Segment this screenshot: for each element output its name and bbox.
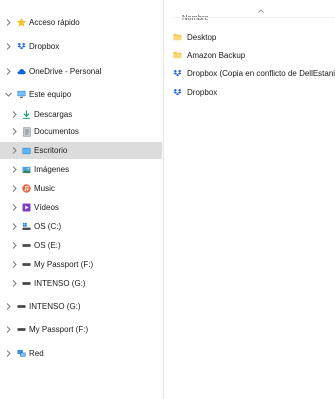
chevron-right-icon[interactable] [10,146,18,156]
nav-item-drive-e[interactable]: OS (E:) [0,237,162,254]
nav-item-label: Acceso rápido [29,18,80,27]
nav-item-label: Music [34,184,55,193]
nav-item-network[interactable]: Red [0,345,162,362]
nav-item-dropbox[interactable]: Dropbox [0,38,162,55]
nav-item-label: Documentos [34,127,79,136]
cloud-icon [17,67,26,76]
chevron-right-icon[interactable] [10,165,18,175]
nav-item-this-pc[interactable]: Este equipo [0,86,162,103]
chevron-right-icon[interactable] [10,260,18,270]
windows-drive-icon [22,222,31,231]
nav-item-label: Red [29,349,44,358]
nav-item-documents[interactable]: Documentos [0,123,162,140]
dropbox-icon [17,42,26,51]
chevron-right-icon[interactable] [10,203,18,213]
drive-icon [22,260,31,269]
folder-icon [173,33,182,42]
chevron-right-icon[interactable] [4,42,12,52]
nav-item-drive-c[interactable]: OS (C:) [0,218,162,235]
desktop-folder-icon [22,146,31,155]
file-name: Amazon Backup [187,50,246,60]
chevron-right-icon[interactable] [4,302,12,312]
chevron-right-icon[interactable] [10,222,18,232]
nav-item-drive-f[interactable]: My Passport (F:) [0,256,162,273]
nav-item-label: OS (E:) [34,241,61,250]
file-item-dropbox[interactable]: Dropbox [168,84,335,100]
videos-icon [22,203,31,212]
nav-item-label: Este equipo [29,90,72,99]
file-item-dropbox-conflict[interactable]: Dropbox (Copia en conflicto de DellEstan… [168,65,335,81]
chevron-right-icon[interactable] [4,18,12,28]
drive-icon [22,241,31,250]
chevron-right-icon[interactable] [4,349,12,359]
nav-item-onedrive[interactable]: OneDrive - Personal [0,63,162,80]
file-name: Dropbox [187,87,218,97]
file-name: Dropbox (Copia en conflicto de DellEstan… [187,68,335,78]
file-name: Desktop [187,32,217,42]
file-item-desktop[interactable]: Desktop [168,29,335,45]
chevron-right-icon[interactable] [4,67,12,77]
nav-item-label: Escritorio [34,146,68,155]
drive-icon [22,279,31,288]
computer-icon [17,90,26,99]
nav-item-label: My Passport (F:) [34,260,94,269]
network-icon [17,349,26,358]
nav-item-label: Imágenes [34,165,70,174]
nav-item-pictures[interactable]: Imágenes [0,161,162,178]
file-item-amazon-backup[interactable]: Amazon Backup [168,47,335,63]
nav-item-label: Descargas [34,110,73,119]
chevron-right-icon[interactable] [10,279,18,289]
nav-item-label: OneDrive - Personal [29,67,102,76]
sort-ascending-icon[interactable] [258,6,264,13]
chevron-right-icon[interactable] [10,241,18,251]
chevron-right-icon[interactable] [4,325,12,335]
drive-icon [17,325,26,334]
navigation-pane: Acceso rápido Dropbox OneDrive - Persona… [0,0,164,399]
chevron-right-icon[interactable] [10,127,18,137]
nav-item-desktop[interactable]: Escritorio [0,142,162,159]
nav-item-videos[interactable]: Vídeos [0,199,162,216]
nav-item-drive-g[interactable]: INTENSO (G:) [0,275,162,292]
nav-item-quick-access[interactable]: Acceso rápido [0,14,162,31]
nav-item-label: INTENSO (G:) [29,302,81,311]
nav-item-drive-g-root[interactable]: INTENSO (G:) [0,298,162,315]
nav-item-music[interactable]: Music [0,180,162,197]
drive-icon [17,302,26,311]
dropbox-folder-icon [173,69,182,78]
nav-item-downloads[interactable]: Descargas [0,106,162,123]
dropbox-folder-icon [173,88,182,97]
pictures-icon [22,165,31,174]
star-icon [17,18,26,27]
nav-item-label: Dropbox [29,42,60,51]
documents-icon [22,126,31,137]
nav-item-label: OS (C:) [34,222,62,231]
folder-icon [173,51,182,60]
nav-item-label: My Passport (F:) [29,325,89,334]
nav-item-label: INTENSO (G:) [34,279,86,288]
chevron-right-icon[interactable] [10,184,18,194]
download-icon [22,110,31,119]
music-icon [22,184,31,193]
nav-item-label: Vídeos [34,203,59,212]
chevron-right-icon[interactable] [10,110,18,120]
chevron-down-icon[interactable] [4,90,12,100]
header-divider [172,17,335,18]
nav-item-drive-f-root[interactable]: My Passport (F:) [0,321,162,338]
